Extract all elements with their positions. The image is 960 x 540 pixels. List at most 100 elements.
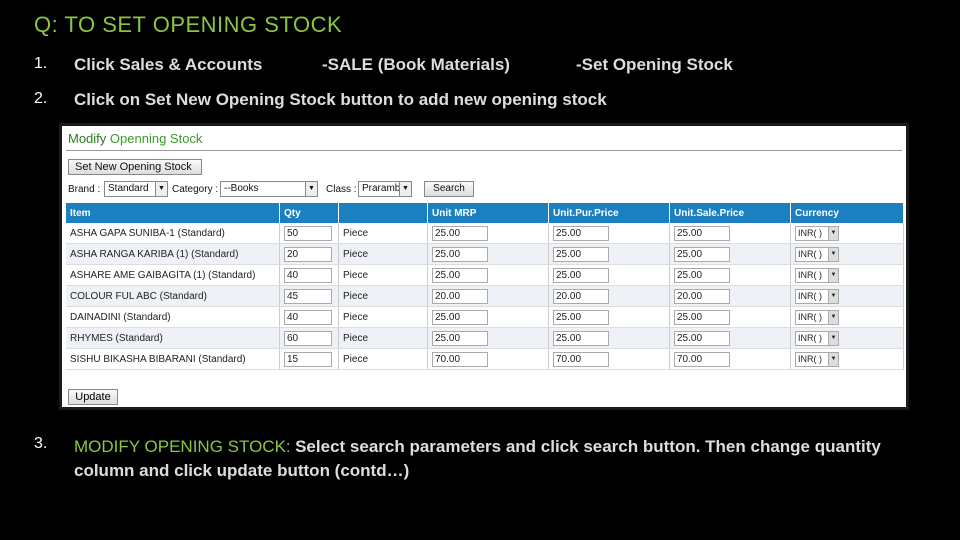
currency-cell: INR( ) ▼ (790, 348, 904, 370)
currency-select[interactable]: INR( ) ▼ (795, 330, 839, 346)
brand-select[interactable]: Standard ▼ (104, 181, 168, 197)
qty-cell: 20 (279, 243, 339, 265)
unit-sale-price-input[interactable]: 25.00 (674, 225, 730, 241)
class-select[interactable]: Prarambh ▼ (358, 181, 412, 197)
sale-cell: 25.00 (669, 306, 791, 328)
chevron-down-icon: ▼ (305, 182, 317, 196)
qty-input[interactable]: 45 (284, 288, 332, 304)
unit-sale-price-input[interactable]: 20.00 (674, 288, 730, 304)
currency-select[interactable]: INR( ) ▼ (795, 246, 839, 262)
qty-cell: 15 (279, 348, 339, 370)
col-qty: Qty (279, 203, 339, 223)
currency-value: INR( ) (798, 332, 822, 343)
unit-mrp-input[interactable]: 25.00 (432, 246, 488, 262)
qty-input[interactable]: 60 (284, 330, 332, 346)
step-2: 2. Click on Set New Opening Stock button… (34, 90, 934, 112)
col-currency: Currency (790, 203, 904, 223)
pur-cell: 25.00 (548, 243, 670, 265)
panel-divider (66, 150, 902, 151)
currency-value: INR( ) (798, 227, 822, 238)
mrp-cell: 20.00 (427, 285, 549, 307)
col-unit-sale-price: Unit.Sale.Price (669, 203, 791, 223)
unit-sale-price-input[interactable]: 70.00 (674, 351, 730, 367)
unit-pur-price-input[interactable]: 25.00 (553, 309, 609, 325)
mrp-cell: 70.00 (427, 348, 549, 370)
currency-select[interactable]: INR( ) ▼ (795, 288, 839, 304)
item-cell: ASHARE AME GAIBAGITA (1) (Standard) (66, 264, 280, 286)
unit-mrp-input[interactable]: 25.00 (432, 225, 488, 241)
table-row: ASHA GAPA SUNIBA-1 (Standard) 50 Piece 25.0… (66, 223, 904, 244)
unit-mrp-input[interactable]: 70.00 (432, 351, 488, 367)
table-row: DAINADINI (Standard) 40 Piece 25.00 25.00 25.… (66, 306, 904, 328)
unit-mrp-input[interactable]: 20.00 (432, 288, 488, 304)
currency-select[interactable]: INR( ) ▼ (795, 267, 839, 283)
currency-cell: INR( ) ▼ (790, 264, 904, 286)
currency-select[interactable]: INR( ) ▼ (795, 309, 839, 325)
unit-sale-price-input[interactable]: 25.00 (674, 246, 730, 262)
step-1-text-c: -Set Opening Stock (576, 55, 733, 74)
currency-value: INR( ) (798, 311, 822, 322)
unit-pur-price-input[interactable]: 25.00 (553, 225, 609, 241)
qty-input[interactable]: 15 (284, 351, 332, 367)
brand-label: Brand : (68, 184, 101, 195)
pur-cell: 70.00 (548, 348, 670, 370)
mrp-cell: 25.00 (427, 306, 549, 328)
unit-cell: Piece (338, 264, 428, 286)
qty-cell: 40 (279, 264, 339, 286)
currency-value: INR( ) (798, 269, 822, 280)
chevron-down-icon: ▼ (828, 310, 838, 324)
item-cell: ASHA GAPA SUNIBA-1 (Standard) (66, 223, 280, 244)
item-cell: COLOUR FUL ABC (Standard) (66, 285, 280, 307)
chevron-down-icon: ▼ (399, 182, 411, 196)
brand-select-value: Standard (108, 183, 149, 194)
currency-select[interactable]: INR( ) ▼ (795, 351, 839, 367)
unit-cell: Piece (338, 327, 428, 349)
qty-input[interactable]: 20 (284, 246, 332, 262)
mrp-cell: 25.00 (427, 264, 549, 286)
sale-cell: 25.00 (669, 223, 791, 244)
search-button[interactable]: Search (424, 181, 474, 197)
currency-select[interactable]: INR( ) ▼ (795, 225, 839, 241)
unit-sale-price-input[interactable]: 25.00 (674, 309, 730, 325)
mrp-cell: 25.00 (427, 243, 549, 265)
panel-title: Modify Openning Stock (68, 131, 202, 146)
category-label: Category : (172, 184, 219, 195)
unit-pur-price-input[interactable]: 20.00 (553, 288, 609, 304)
unit-pur-price-input[interactable]: 25.00 (553, 267, 609, 283)
sale-cell: 25.00 (669, 264, 791, 286)
category-select[interactable]: --Books ▼ (220, 181, 318, 197)
unit-sale-price-input[interactable]: 25.00 (674, 267, 730, 283)
unit-pur-price-input[interactable]: 25.00 (553, 330, 609, 346)
step-2-text: Click on Set New Opening Stock button to… (74, 90, 607, 109)
unit-mrp-input[interactable]: 25.00 (432, 330, 488, 346)
unit-mrp-input[interactable]: 25.00 (432, 309, 488, 325)
currency-cell: INR( ) ▼ (790, 285, 904, 307)
unit-mrp-input[interactable]: 25.00 (432, 267, 488, 283)
table-row: SISHU BIKASHA BIBARANI (Standard) 15 Piece… (66, 348, 904, 370)
unit-pur-price-input[interactable]: 70.00 (553, 351, 609, 367)
chevron-down-icon: ▼ (155, 182, 167, 196)
unit-pur-price-input[interactable]: 25.00 (553, 246, 609, 262)
item-cell: ASHA RANGA KARIBA (1) (Standard) (66, 243, 280, 265)
set-new-opening-stock-button[interactable]: Set New Opening Stock (68, 159, 202, 175)
col-item: Item (66, 203, 280, 223)
chevron-down-icon: ▼ (828, 289, 838, 303)
panel-title-b: Openning Stock (109, 131, 203, 146)
item-cell: SISHU BIKASHA BIBARANI (Standard) (66, 348, 280, 370)
unit-sale-price-input[interactable]: 25.00 (674, 330, 730, 346)
qty-input[interactable]: 40 (284, 267, 332, 283)
col-unit-pur-price: Unit.Pur.Price (548, 203, 670, 223)
chevron-down-icon: ▼ (828, 352, 838, 366)
unit-cell: Piece (338, 243, 428, 265)
table-row: COLOUR FUL ABC (Standard) 45 Piece 20.00 20.… (66, 285, 904, 307)
qty-input[interactable]: 50 (284, 225, 332, 241)
chevron-down-icon: ▼ (828, 268, 838, 282)
step-1: 1. Click Sales & Accounts -SALE (Book Ma… (34, 55, 934, 77)
sale-cell: 20.00 (669, 285, 791, 307)
update-button[interactable]: Update (68, 389, 118, 405)
item-cell: RHYMES (Standard) (66, 327, 280, 349)
table-row: ASHA RANGA KARIBA (1) (Standard) 20 Piece 2… (66, 243, 904, 265)
currency-cell: INR( ) ▼ (790, 223, 904, 244)
step-3-number: 3. (34, 435, 48, 452)
qty-input[interactable]: 40 (284, 309, 332, 325)
